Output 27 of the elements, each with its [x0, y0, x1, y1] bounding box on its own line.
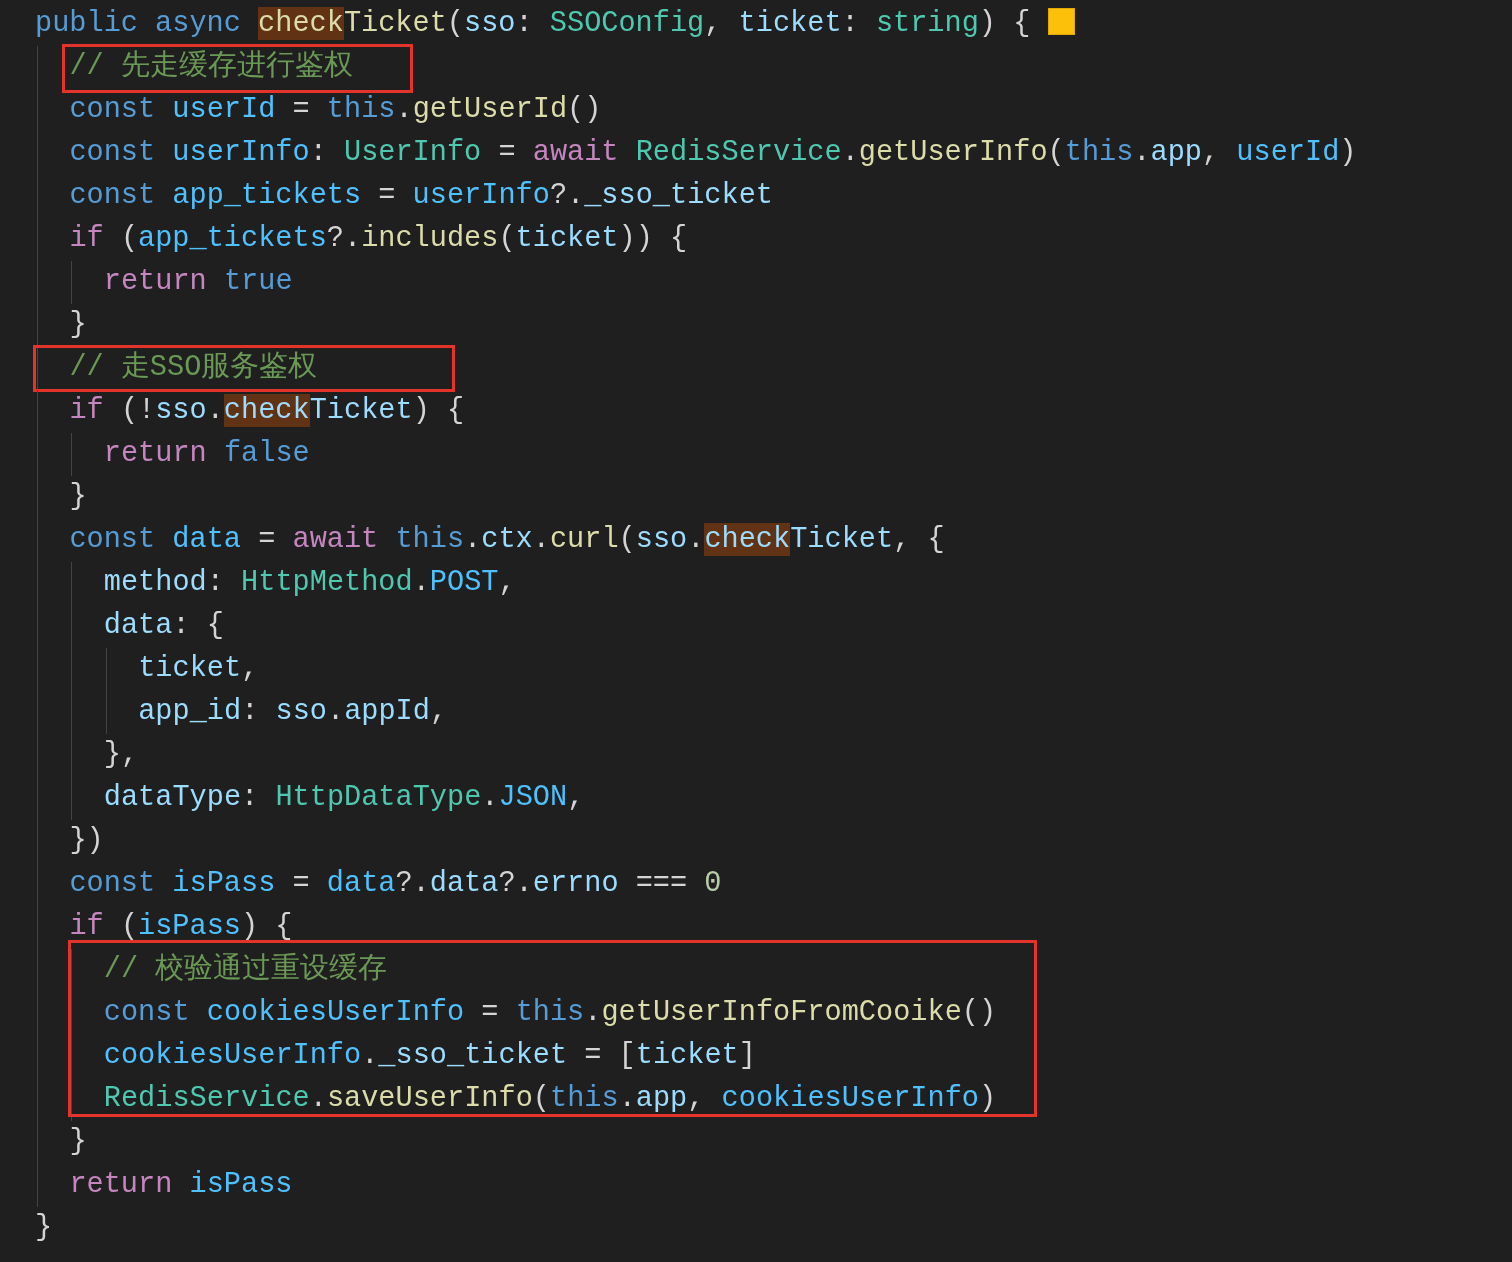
code-line: })	[69, 827, 104, 856]
code-line: return false	[103, 440, 310, 469]
code-line: data: {	[103, 612, 224, 641]
square-icon	[1048, 8, 1076, 35]
code-line: const data = await this.ctx.curl(sso.checkTicket, {	[69, 526, 945, 555]
code-line: }	[69, 311, 87, 340]
code-line: const userId = this.getUserId()	[69, 96, 602, 125]
code-line: ticket,	[138, 655, 259, 684]
code-line: const cookiesUserInfo = this.getUserInfoFromCooike()	[103, 999, 997, 1028]
code-line: dataType: HttpDataType.JSON,	[103, 784, 585, 813]
code-line: app_id: sso.appId,	[138, 698, 448, 727]
code-line: if (isPass) {	[69, 913, 293, 942]
code-line: }	[69, 1128, 87, 1157]
code-line: },	[103, 741, 139, 770]
code-line: const userInfo: UserInfo = await RedisService.getUserInfo(this.app, userId)	[69, 139, 1357, 168]
code-line: return isPass	[69, 1171, 293, 1200]
code-line: const isPass = data?.data?.errno === 0	[69, 870, 722, 899]
code-line: method: HttpMethod.POST,	[103, 569, 516, 598]
code-line: if (!sso.checkTicket) {	[69, 397, 465, 426]
code-line: public async checkTicket(sso: SSOConfig, ticket: string) {	[35, 10, 1031, 39]
code-line: const app_tickets = userInfo?._sso_ticket	[69, 182, 773, 211]
code-line: }	[69, 483, 87, 512]
code-line: cookiesUserInfo._sso_ticket = [ticket]	[103, 1042, 756, 1071]
code-line: if (app_tickets?.includes(ticket)) {	[69, 225, 688, 254]
code-line: RedisService.saveUserInfo(this.app, cookiesUserInfo)	[103, 1085, 997, 1114]
code-line: }	[35, 1214, 53, 1243]
code-line: return true	[103, 268, 293, 297]
